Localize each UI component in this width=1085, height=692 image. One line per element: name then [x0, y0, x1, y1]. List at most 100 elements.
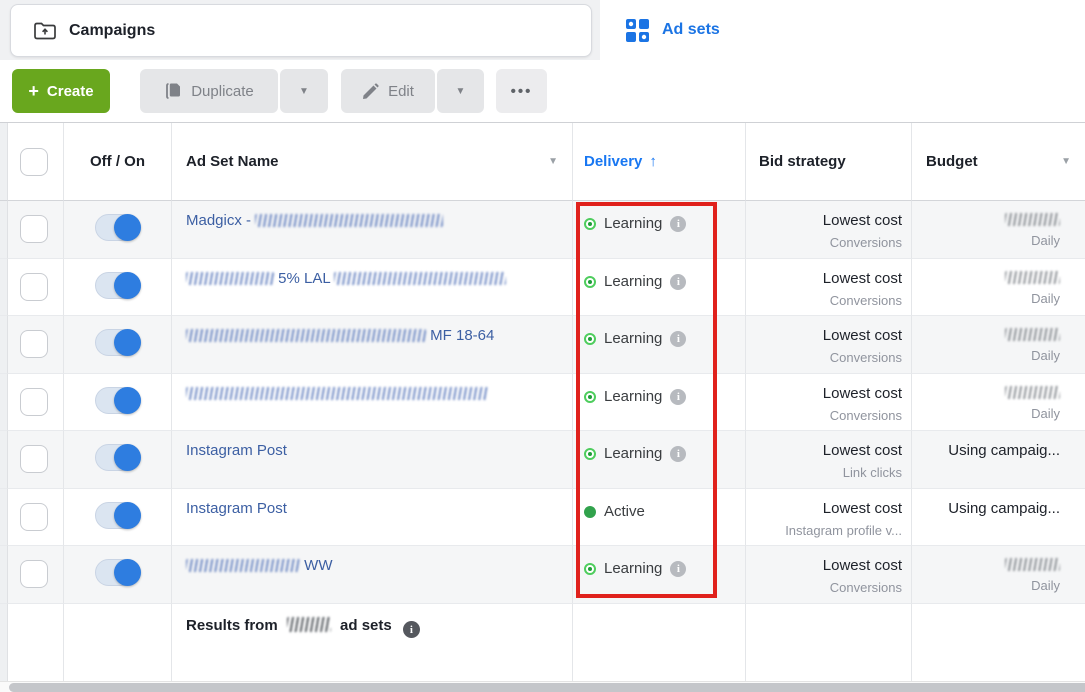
- on-off-toggle[interactable]: [95, 502, 141, 529]
- row-checkbox-cell: [8, 546, 64, 604]
- table-footer-row: Results from ad sets i: [0, 604, 1085, 682]
- ad-set-name-link[interactable]: MF 18-64: [426, 327, 494, 344]
- row-checkbox[interactable]: [20, 560, 48, 588]
- bid-strategy-primary: Lowest cost: [746, 269, 902, 289]
- bid-strategy-primary: Lowest cost: [746, 499, 902, 519]
- more-actions-button[interactable]: •••: [496, 69, 547, 113]
- chevron-down-icon[interactable]: ▼: [1061, 156, 1071, 167]
- redacted-text: [1005, 213, 1060, 226]
- budget-amount-redacted: [912, 556, 1060, 574]
- header-ad-set-name[interactable]: Ad Set Name ▼: [172, 123, 573, 201]
- sort-ascending-icon: ↑: [649, 153, 657, 170]
- on-off-toggle[interactable]: [95, 387, 141, 414]
- ad-set-name-link[interactable]: WW: [300, 557, 332, 574]
- on-off-toggle[interactable]: [95, 329, 141, 356]
- create-button[interactable]: + Create: [12, 69, 110, 113]
- tab-ad-sets[interactable]: Ad sets: [600, 0, 1085, 60]
- table-left-gutter: [0, 316, 8, 374]
- delivery-status: Active: [604, 502, 645, 522]
- on-off-toggle[interactable]: [95, 272, 141, 299]
- ad-set-name-cell: Madgicx -: [172, 201, 573, 259]
- horizontal-scrollbar[interactable]: [0, 681, 1085, 692]
- budget-secondary: Daily: [912, 290, 1060, 308]
- select-all-checkbox[interactable]: [20, 148, 48, 176]
- edit-button[interactable]: Edit: [341, 69, 435, 113]
- table-left-gutter: [0, 123, 8, 201]
- budget-text: Using campaig...: [912, 441, 1060, 461]
- toggle-knob: [114, 444, 141, 471]
- bid-strategy-secondary: Conversions: [746, 292, 902, 310]
- row-checkbox-cell: [8, 201, 64, 259]
- header-bid-strategy[interactable]: Bid strategy: [746, 123, 912, 201]
- ad-set-name-link[interactable]: 5% LAL: [274, 270, 334, 287]
- row-toggle-cell: [64, 316, 172, 374]
- row-checkbox[interactable]: [20, 215, 48, 243]
- budget-cell: Using campaig...: [912, 431, 1085, 489]
- info-icon[interactable]: i: [670, 216, 686, 232]
- info-icon[interactable]: i: [670, 331, 686, 347]
- row-checkbox-cell: [8, 431, 64, 489]
- learning-dot-icon: [584, 276, 596, 288]
- ad-set-name-link[interactable]: Instagram Post: [186, 500, 287, 517]
- bid-strategy-secondary: Conversions: [746, 349, 902, 367]
- duplicate-button[interactable]: Duplicate: [140, 69, 278, 113]
- scrollbar-thumb[interactable]: [9, 683, 1085, 692]
- delivery-header-label: Delivery: [584, 153, 642, 170]
- table-row: MF 18-64 LearningiLowest costConversions…: [0, 316, 1085, 374]
- header-budget[interactable]: Budget ▼: [912, 123, 1085, 201]
- edit-dropdown-button[interactable]: ▼: [437, 69, 484, 113]
- header-delivery[interactable]: Delivery ↑: [573, 123, 746, 201]
- toggle-knob: [114, 272, 141, 299]
- info-icon[interactable]: i: [670, 389, 686, 405]
- ad-sets-grid-icon: [625, 18, 650, 43]
- chevron-down-icon[interactable]: ▼: [548, 156, 558, 167]
- budget-cell: Daily: [912, 259, 1085, 317]
- redacted-text: [255, 214, 443, 227]
- info-icon[interactable]: i: [670, 274, 686, 290]
- footer-cell: [746, 604, 912, 682]
- chevron-down-icon: ▼: [299, 86, 309, 97]
- info-icon[interactable]: i: [670, 446, 686, 462]
- bid-strategy-primary: Lowest cost: [746, 556, 902, 576]
- delivery-status: Learning: [604, 329, 662, 349]
- footer-cell: [573, 604, 746, 682]
- learning-dot-icon: [584, 563, 596, 575]
- budget-cell: Daily: [912, 201, 1085, 259]
- ad-set-name-link[interactable]: Madgicx -: [186, 212, 255, 229]
- learning-dot-icon: [584, 391, 596, 403]
- info-icon[interactable]: i: [403, 621, 420, 638]
- budget-cell: Using campaig...: [912, 489, 1085, 547]
- budget-cell: Daily: [912, 546, 1085, 604]
- row-checkbox[interactable]: [20, 388, 48, 416]
- row-checkbox[interactable]: [20, 445, 48, 473]
- row-checkbox[interactable]: [20, 273, 48, 301]
- redacted-text: [1005, 386, 1060, 399]
- row-checkbox[interactable]: [20, 330, 48, 358]
- off-on-header-label: Off / On: [90, 153, 145, 170]
- bid-strategy-secondary: Conversions: [746, 234, 902, 252]
- row-checkbox-cell: [8, 374, 64, 432]
- row-toggle-cell: [64, 374, 172, 432]
- toggle-knob: [114, 387, 141, 414]
- ad-set-name-cell: 5% LAL: [172, 259, 573, 317]
- row-toggle-cell: [64, 201, 172, 259]
- duplicate-button-label: Duplicate: [191, 83, 254, 100]
- budget-secondary: Daily: [912, 405, 1060, 423]
- redacted-text: [186, 272, 274, 285]
- on-off-toggle[interactable]: [95, 559, 141, 586]
- bid-strategy-secondary: Link clicks: [746, 464, 902, 482]
- duplicate-dropdown-button[interactable]: ▼: [280, 69, 328, 113]
- pencil-icon: [362, 83, 379, 100]
- table-left-gutter: [0, 431, 8, 489]
- header-checkbox-cell: [8, 123, 64, 201]
- budget-amount-redacted: [912, 269, 1060, 287]
- row-toggle-cell: [64, 489, 172, 547]
- ad-set-name-link[interactable]: Instagram Post: [186, 442, 287, 459]
- on-off-toggle[interactable]: [95, 444, 141, 471]
- budget-secondary: Daily: [912, 577, 1060, 595]
- info-icon[interactable]: i: [670, 561, 686, 577]
- tab-campaigns[interactable]: Campaigns: [10, 4, 592, 57]
- row-checkbox[interactable]: [20, 503, 48, 531]
- delivery-cell: Active: [573, 489, 746, 547]
- on-off-toggle[interactable]: [95, 214, 141, 241]
